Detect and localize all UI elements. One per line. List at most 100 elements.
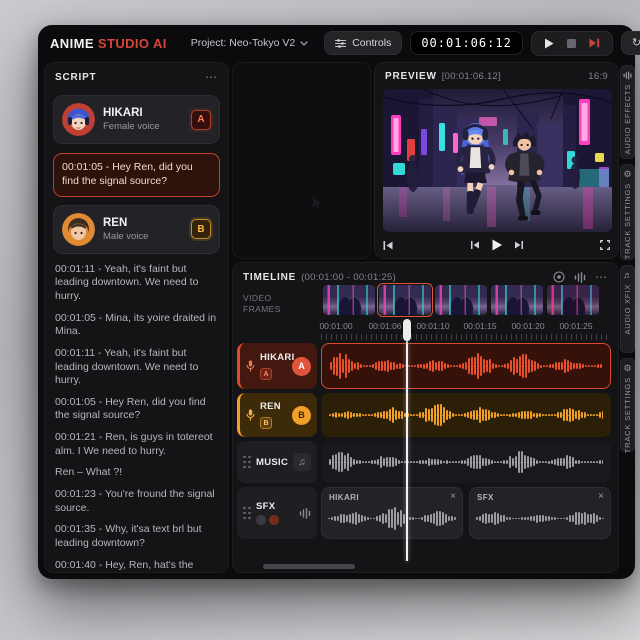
timeline-ruler[interactable] xyxy=(321,334,608,340)
mic-icon xyxy=(246,409,255,421)
drag-handle-icon[interactable] xyxy=(243,506,251,520)
video-frame-thumb[interactable] xyxy=(547,285,599,315)
audio-clip-hikari-track[interactable] xyxy=(321,343,611,389)
brand-accent: STUDIO AI xyxy=(97,35,167,51)
script-line[interactable]: 00:01:05 - Mina, its yoire draited in Mi… xyxy=(55,312,218,339)
app-logo: ANIME STUDIO AI xyxy=(50,36,167,51)
mic-icon xyxy=(246,360,255,372)
video-frames-label: VIDEO FRAMES xyxy=(243,293,281,316)
clip-label: HIKARI xyxy=(329,492,359,502)
script-line[interactable]: 00:01:21 - Ren, is guys in totereot alm.… xyxy=(55,431,218,458)
clip-hikari[interactable]: HIKARI × xyxy=(321,487,463,539)
timestamp: 00:01:00 xyxy=(319,321,353,331)
script-line[interactable]: 00:01:35 - Why, it'sa text brl but leadi… xyxy=(55,523,218,550)
preview-timecode: [00:01:06.12] xyxy=(441,71,502,82)
drag-handle-icon[interactable] xyxy=(243,455,251,469)
frames-label-line2: FRAMES xyxy=(243,304,281,315)
project-selector[interactable]: Project: Neo-Tokyo V2 xyxy=(191,37,308,49)
loop-button[interactable]: ↻ Loop xyxy=(620,31,640,55)
gear-icon: ⚙ xyxy=(623,169,632,179)
empty-panel xyxy=(232,62,371,259)
script-line[interactable]: 00:01:40 - Hey, Ren, hat's the signal do… xyxy=(55,559,218,572)
app-window: ANIME STUDIO AI Project: Neo-Tokyo V2 Co… xyxy=(38,25,640,579)
chevron-down-icon xyxy=(300,40,308,46)
script-line[interactable]: 00:01:23 - You're fround the signal sour… xyxy=(55,488,218,515)
track-name: REN xyxy=(260,400,281,412)
script-panel: SCRIPT ⋯ HIKARI Female voice A 00:01:05 … xyxy=(44,62,229,573)
waveform-icon[interactable] xyxy=(574,271,586,283)
timeline-header: TIMELINE (00:01:00 - 00:01:25) ⋯ xyxy=(233,263,618,287)
active-script-line[interactable]: 00:01:05 - Hey Ren, did you find the sig… xyxy=(53,153,220,197)
waveform-ren xyxy=(329,398,603,432)
video-frame-thumb[interactable] xyxy=(491,285,543,315)
gear-icon: ⚙ xyxy=(623,363,632,373)
script-header: SCRIPT ⋯ xyxy=(45,63,228,87)
track-label-hikari[interactable]: HIKARI A A xyxy=(237,343,317,389)
track-name: SFX xyxy=(256,501,276,512)
stop-button[interactable] xyxy=(566,38,576,48)
more-icon[interactable]: ⋯ xyxy=(205,71,218,83)
play-icon[interactable] xyxy=(491,239,502,251)
tab-label: TRACK SETTINGS xyxy=(623,183,632,260)
skip-start-icon[interactable] xyxy=(383,240,393,250)
script-line[interactable]: Ren – What ?! xyxy=(55,466,218,480)
sfx-clips-row: HIKARI × SFX × xyxy=(321,487,611,539)
aspect-ratio-label: 16:9 xyxy=(588,71,608,82)
playhead-handle[interactable] xyxy=(403,319,411,341)
audio-clip-ren-track[interactable] xyxy=(321,393,611,437)
prev-frame-icon[interactable] xyxy=(470,241,479,249)
more-icon[interactable]: ⋯ xyxy=(595,271,608,283)
clip-sfx[interactable]: SFX × xyxy=(469,487,611,539)
track-chip-badge: A xyxy=(260,368,272,380)
close-icon[interactable]: × xyxy=(450,492,456,502)
tab-audio-xfix[interactable]: ♬ AUDIO XFIX xyxy=(620,265,635,353)
video-frame-thumb-active[interactable] xyxy=(376,282,434,318)
timecode-display: 00:01:06:12 xyxy=(410,31,523,55)
track-label-sfx[interactable]: SFX xyxy=(237,487,317,539)
preview-scene xyxy=(383,89,612,232)
playhead-line xyxy=(406,341,408,561)
preview-title: PREVIEW xyxy=(385,71,437,82)
brand-primary: ANIME xyxy=(50,35,94,51)
clip-label: SFX xyxy=(477,492,494,502)
video-frame-thumb[interactable] xyxy=(323,285,375,315)
timestamp: 00:01:25 xyxy=(559,321,593,331)
timestamp: 00:01:20 xyxy=(511,321,545,331)
loop-icon: ↻ xyxy=(631,36,640,49)
video-preview[interactable] xyxy=(383,89,612,232)
next-frame-icon[interactable] xyxy=(514,241,523,249)
sfx-mini-badges xyxy=(256,515,294,525)
close-icon[interactable]: × xyxy=(598,492,604,502)
script-line[interactable]: 00:01:11 - Yeah, it's faint but leading … xyxy=(55,347,218,388)
audio-clip-music-track[interactable] xyxy=(321,441,611,483)
tab-track-settings-1[interactable]: ⚙ TRACK SETTINGS xyxy=(620,164,635,260)
script-line[interactable]: 00:01:05 - Hey Ren, did you find the sig… xyxy=(55,396,218,423)
preview-panel: PREVIEW [00:01:06.12] 16:9 xyxy=(374,62,619,259)
controls-button[interactable]: Controls xyxy=(324,31,403,55)
timestamp: 00:01:06 xyxy=(368,321,402,331)
character-card-ren[interactable]: REN Male voice B xyxy=(53,204,220,254)
voice-chip-badge: B xyxy=(191,219,211,240)
video-frame-thumb[interactable] xyxy=(435,285,487,315)
avatar-hikari xyxy=(62,103,95,136)
tab-audio-effects[interactable]: AUDIO EFFECTS xyxy=(620,65,635,159)
record-icon[interactable] xyxy=(553,271,565,283)
tab-label: TRACK SETTINGS xyxy=(623,377,632,454)
tab-track-settings-2[interactable]: ⚙ TRACK SETTINGS xyxy=(620,358,635,454)
timestamp: 00:01:15 xyxy=(463,321,497,331)
character-card-hikari[interactable]: HIKARI Female voice A xyxy=(53,95,220,144)
preview-header: PREVIEW [00:01:06.12] 16:9 xyxy=(375,63,618,86)
track-label-music[interactable]: MUSIC ♫ xyxy=(237,441,317,483)
horizontal-scrollbar[interactable] xyxy=(263,564,355,569)
track-chip-badge: B xyxy=(260,417,272,429)
fullscreen-icon[interactable] xyxy=(600,240,610,250)
script-line[interactable]: 00:01:11 - Yeah, it's faint but leading … xyxy=(55,263,218,304)
track-label-ren[interactable]: REN B B xyxy=(237,393,317,437)
play-button[interactable] xyxy=(544,38,554,49)
track-row-hikari: HIKARI A A xyxy=(237,343,611,389)
script-lines-list: 00:01:11 - Yeah, it's faint but leading … xyxy=(55,263,218,572)
skip-end-button[interactable] xyxy=(589,38,600,48)
controls-label: Controls xyxy=(352,37,392,49)
character-voice: Male voice xyxy=(103,230,149,242)
character-name: HIKARI xyxy=(103,107,143,119)
